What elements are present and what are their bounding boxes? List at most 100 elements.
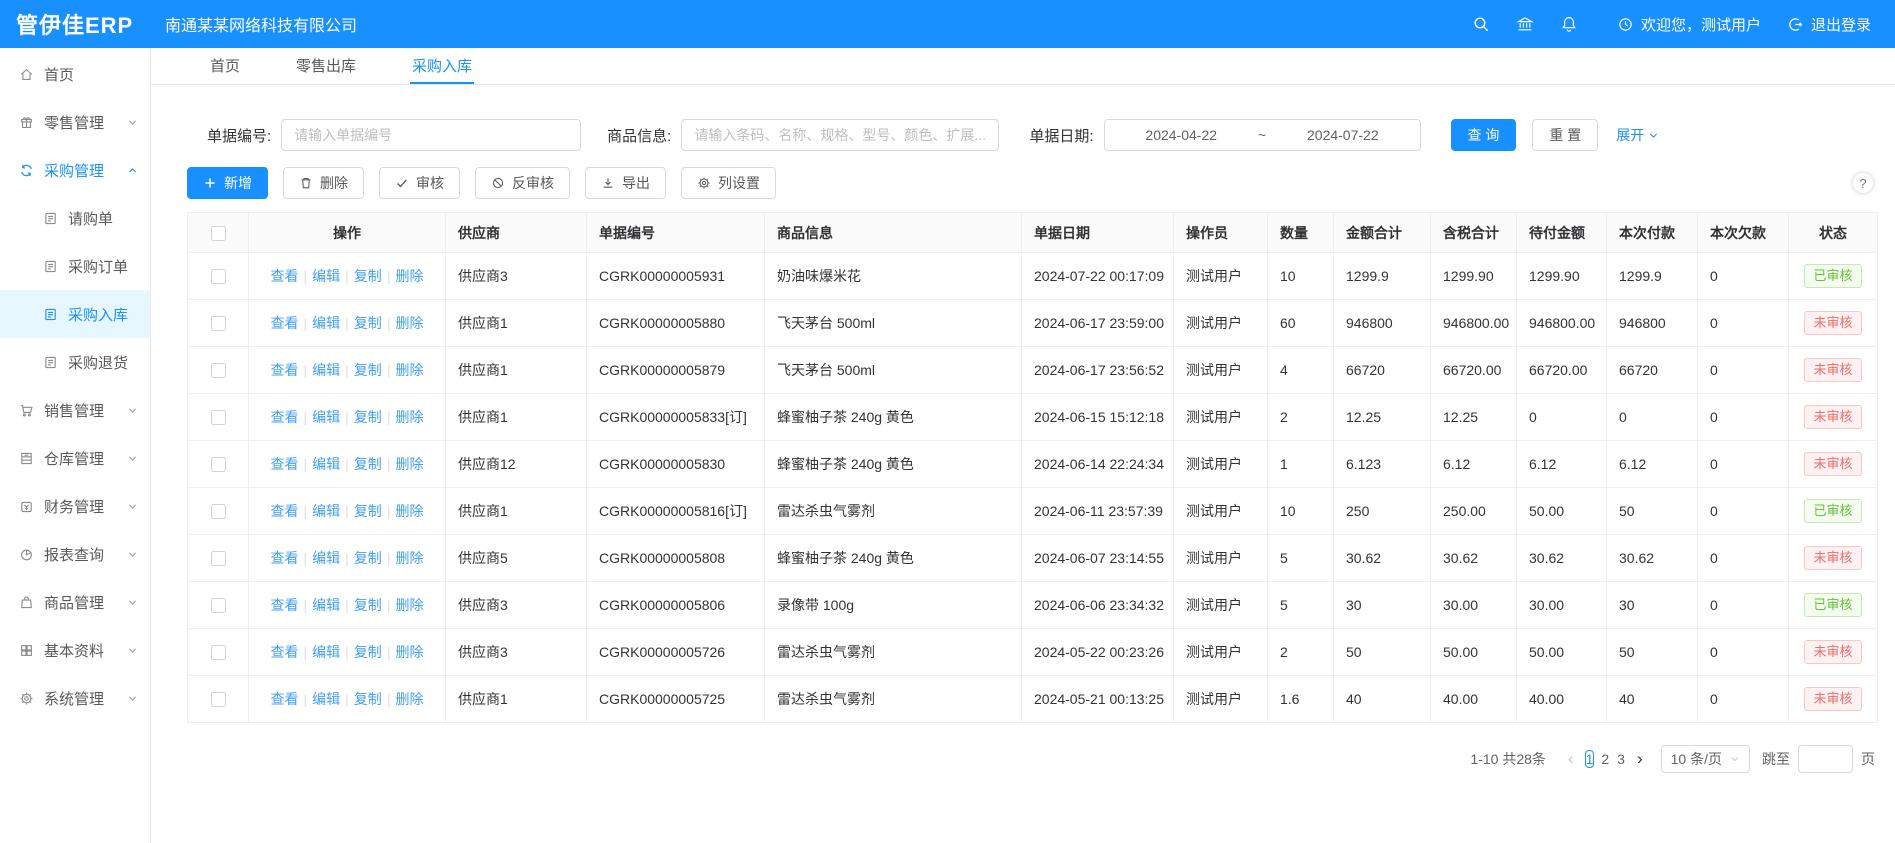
- sidebar-item-首页[interactable]: 首页: [0, 50, 150, 98]
- page-number-2[interactable]: 2: [1600, 750, 1610, 768]
- op-delete-link[interactable]: 删除: [395, 456, 423, 472]
- 审核-button[interactable]: 审核: [379, 167, 460, 199]
- tab-零售出库[interactable]: 零售出库: [294, 48, 358, 84]
- op-copy-link[interactable]: 复制: [354, 597, 382, 613]
- row-checkbox[interactable]: [211, 504, 226, 519]
- 删除-button[interactable]: 删除: [283, 167, 364, 199]
- row-checkbox[interactable]: [211, 645, 226, 660]
- bank-icon[interactable]: [1503, 15, 1547, 33]
- op-view-link[interactable]: 查看: [271, 644, 299, 660]
- select-all-checkbox[interactable]: [211, 226, 226, 241]
- cell-checkbox: [188, 535, 249, 582]
- date-range-picker[interactable]: 2024-04-22 ~ 2024-07-22: [1104, 119, 1421, 151]
- date-end[interactable]: 2024-07-22: [1307, 127, 1379, 143]
- help-icon[interactable]: ?: [1853, 173, 1873, 193]
- expand-link[interactable]: 展开: [1616, 125, 1659, 145]
- op-edit-link[interactable]: 编辑: [312, 503, 340, 519]
- op-view-link[interactable]: 查看: [271, 691, 299, 707]
- sidebar-item-销售管理[interactable]: 销售管理: [0, 386, 150, 434]
- op-edit-link[interactable]: 编辑: [312, 268, 340, 284]
- op-edit-link[interactable]: 编辑: [312, 362, 340, 378]
- prev-page-button[interactable]: ‹: [1560, 749, 1582, 769]
- op-copy-link[interactable]: 复制: [354, 503, 382, 519]
- op-delete-link[interactable]: 删除: [395, 597, 423, 613]
- jump-page-input[interactable]: [1798, 745, 1853, 773]
- op-delete-link[interactable]: 删除: [395, 503, 423, 519]
- page-size-select[interactable]: 10 条/页: [1661, 745, 1750, 773]
- sidebar-item-财务管理[interactable]: 财务管理: [0, 482, 150, 530]
- row-checkbox[interactable]: [211, 316, 226, 331]
- op-copy-link[interactable]: 复制: [354, 362, 382, 378]
- sidebar-item-采购管理[interactable]: 采购管理: [0, 146, 150, 194]
- op-view-link[interactable]: 查看: [271, 409, 299, 425]
- welcome-user-menu[interactable]: 欢迎您，测试用户: [1617, 14, 1761, 35]
- row-checkbox[interactable]: [211, 598, 226, 613]
- op-delete-link[interactable]: 删除: [395, 691, 423, 707]
- sidebar-item-零售管理[interactable]: 零售管理: [0, 98, 150, 146]
- status-badge: 未审核: [1804, 311, 1861, 335]
- op-copy-link[interactable]: 复制: [354, 456, 382, 472]
- sidebar-item-仓库管理[interactable]: 仓库管理: [0, 434, 150, 482]
- sidebar-item-基本资料[interactable]: 基本资料: [0, 626, 150, 674]
- op-copy-link[interactable]: 复制: [354, 691, 382, 707]
- 列设置-button[interactable]: 列设置: [681, 167, 776, 199]
- row-checkbox[interactable]: [211, 363, 226, 378]
- op-delete-link[interactable]: 删除: [395, 268, 423, 284]
- 导出-button[interactable]: 导出: [585, 167, 666, 199]
- op-delete-link[interactable]: 删除: [395, 644, 423, 660]
- op-edit-link[interactable]: 编辑: [312, 597, 340, 613]
- row-checkbox[interactable]: [211, 269, 226, 284]
- query-button[interactable]: 查 询: [1451, 119, 1517, 151]
- op-copy-link[interactable]: 复制: [354, 315, 382, 331]
- op-edit-link[interactable]: 编辑: [312, 644, 340, 660]
- row-checkbox[interactable]: [211, 457, 226, 472]
- logout-button[interactable]: 退出登录: [1787, 14, 1871, 35]
- op-view-link[interactable]: 查看: [271, 268, 299, 284]
- op-copy-link[interactable]: 复制: [354, 550, 382, 566]
- op-delete-link[interactable]: 删除: [395, 409, 423, 425]
- op-edit-link[interactable]: 编辑: [312, 315, 340, 331]
- sidebar-item-采购入库[interactable]: 采购入库: [0, 290, 150, 338]
- sidebar-item-商品管理[interactable]: 商品管理: [0, 578, 150, 626]
- order-no-input[interactable]: [281, 119, 581, 151]
- op-copy-link[interactable]: 复制: [354, 644, 382, 660]
- reset-button[interactable]: 重 置: [1532, 119, 1598, 151]
- product-info-input[interactable]: [681, 119, 999, 151]
- pagination-total: 1-10 共28条: [1470, 749, 1545, 769]
- tab-采购入库[interactable]: 采购入库: [410, 48, 474, 84]
- sidebar-item-请购单[interactable]: 请购单: [0, 194, 150, 242]
- op-edit-link[interactable]: 编辑: [312, 456, 340, 472]
- cell-status: 未审核: [1789, 347, 1878, 394]
- op-view-link[interactable]: 查看: [271, 550, 299, 566]
- op-view-link[interactable]: 查看: [271, 315, 299, 331]
- op-delete-link[interactable]: 删除: [395, 362, 423, 378]
- op-view-link[interactable]: 查看: [271, 597, 299, 613]
- search-icon[interactable]: [1459, 15, 1503, 33]
- op-delete-link[interactable]: 删除: [395, 315, 423, 331]
- cell-ops: 查看|编辑|复制|删除: [249, 488, 446, 535]
- op-view-link[interactable]: 查看: [271, 503, 299, 519]
- row-checkbox[interactable]: [211, 410, 226, 425]
- sidebar-item-报表查询[interactable]: 报表查询: [0, 530, 150, 578]
- sidebar-item-采购订单[interactable]: 采购订单: [0, 242, 150, 290]
- page-number-3[interactable]: 3: [1616, 750, 1626, 768]
- op-edit-link[interactable]: 编辑: [312, 550, 340, 566]
- op-view-link[interactable]: 查看: [271, 362, 299, 378]
- 新增-button[interactable]: 新增: [187, 167, 268, 199]
- sidebar-item-系统管理[interactable]: 系统管理: [0, 674, 150, 722]
- date-start[interactable]: 2024-04-22: [1145, 127, 1217, 143]
- row-checkbox[interactable]: [211, 551, 226, 566]
- next-page-button[interactable]: ›: [1629, 749, 1651, 769]
- page-number-1[interactable]: 1: [1585, 750, 1595, 768]
- 反审核-button[interactable]: 反审核: [475, 167, 570, 199]
- sidebar-item-采购退货[interactable]: 采购退货: [0, 338, 150, 386]
- op-delete-link[interactable]: 删除: [395, 550, 423, 566]
- op-copy-link[interactable]: 复制: [354, 409, 382, 425]
- op-view-link[interactable]: 查看: [271, 456, 299, 472]
- row-checkbox[interactable]: [211, 692, 226, 707]
- bell-icon[interactable]: [1547, 15, 1591, 33]
- op-copy-link[interactable]: 复制: [354, 268, 382, 284]
- tab-首页[interactable]: 首页: [208, 48, 242, 84]
- op-edit-link[interactable]: 编辑: [312, 691, 340, 707]
- op-edit-link[interactable]: 编辑: [312, 409, 340, 425]
